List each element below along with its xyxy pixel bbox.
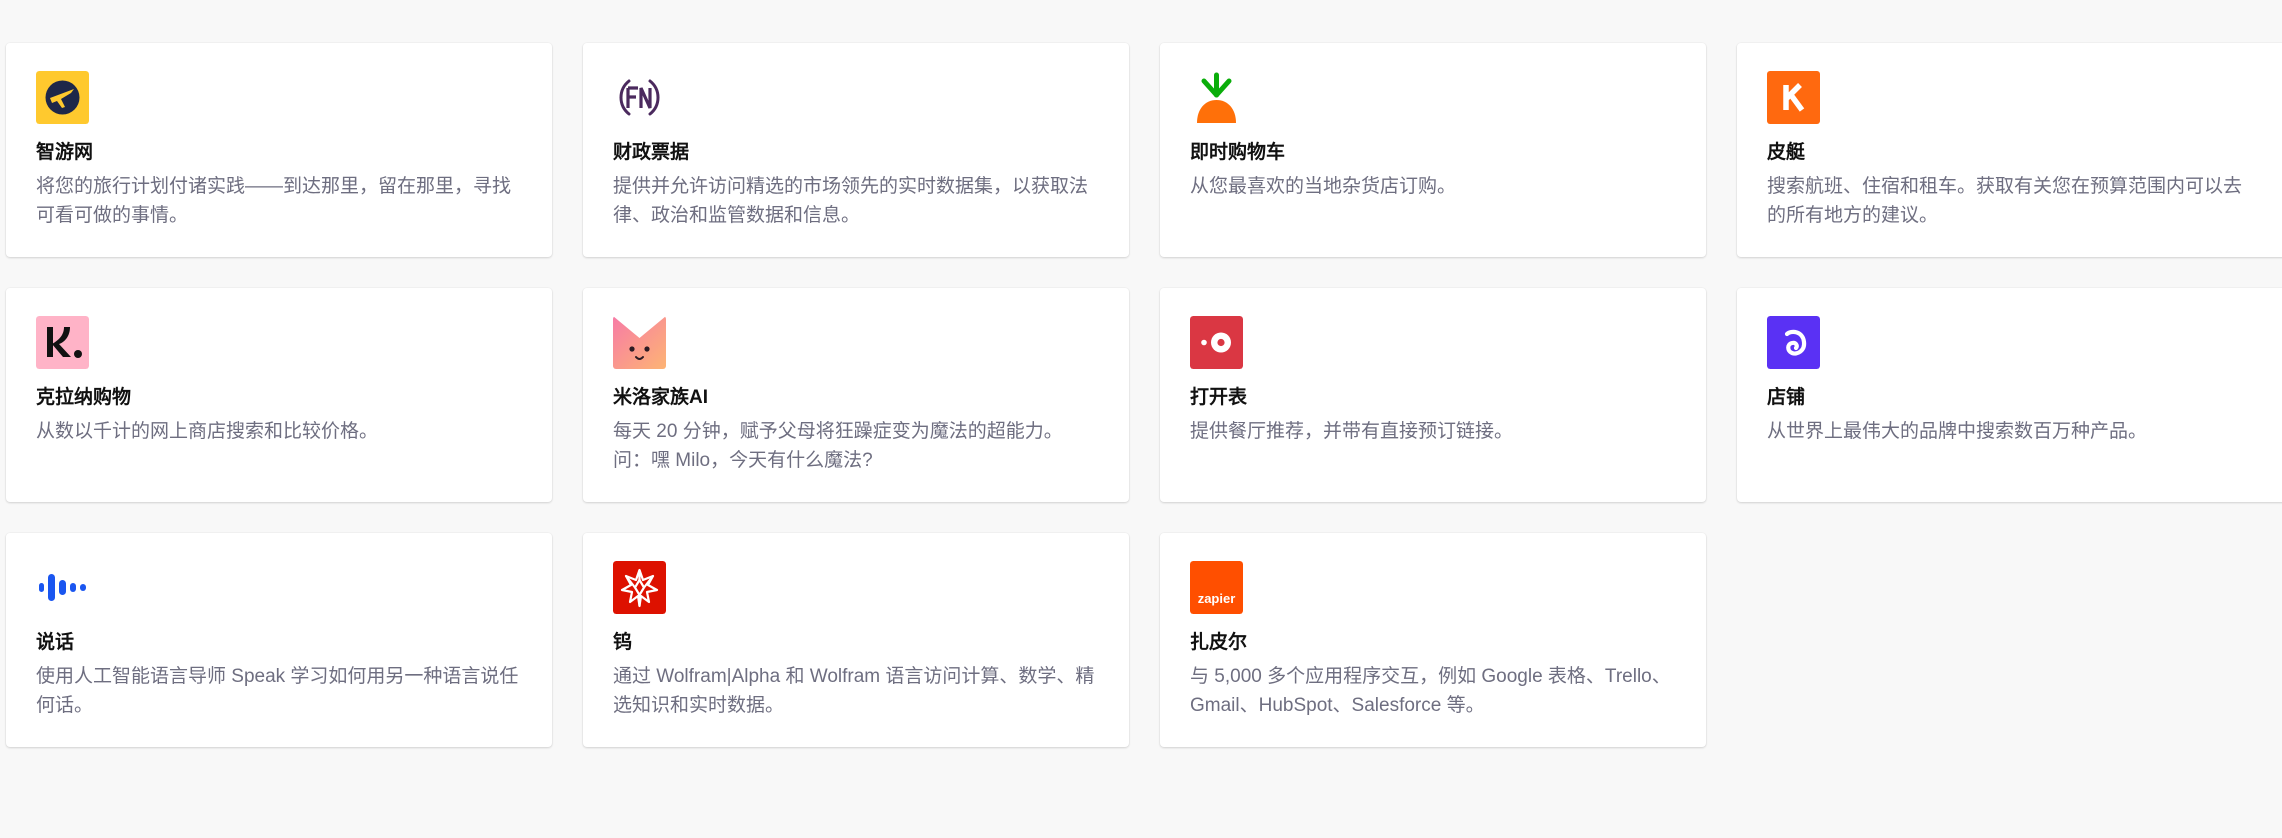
plugin-card-speak[interactable]: 说话 使用人工智能语言导师 Speak 学习如何用另一种语言说任何话。: [6, 533, 552, 747]
plugin-title: 克拉纳购物: [36, 387, 132, 408]
plugin-description: 搜索航班、住宿和租车。获取有关您在预算范围内可以去的所有地方的建议。: [1767, 176, 2243, 226]
plugin-description: 将您的旅行计划付诸实践——到达那里，留在那里，寻找可看可做的事情。: [36, 176, 512, 226]
plugin-title: 即时购物车: [1190, 142, 1286, 163]
plugin-title: 财政票据: [613, 142, 690, 163]
plugin-description: 从数以千计的网上商店搜索和比较价格。: [36, 421, 379, 442]
plugin-title: 智游网: [36, 142, 94, 163]
cat-face-icon: [613, 316, 666, 369]
klarna-k-icon: [36, 316, 89, 369]
zapier-logo-text: zapier: [1198, 591, 1236, 606]
plugin-description: 通过 Wolfram|Alpha 和 Wolfram 语言访问计算、数学、精选知…: [613, 666, 1095, 716]
wolfram-star-icon: [613, 561, 666, 614]
plugin-card-fiscalnote[interactable]: 财政票据 提供并允许访问精选的市场领先的实时数据集，以获取法律、政治和监管数据和…: [583, 43, 1129, 257]
plugin-description: 从您最喜欢的当地杂货店订购。: [1190, 176, 1457, 197]
plugin-card-expedia[interactable]: 智游网 将您的旅行计划付诸实践——到达那里，留在那里，寻找可看可做的事情。: [6, 43, 552, 257]
plugin-description: 与 5,000 多个应用程序交互，例如 Google 表格、Trello、Gma…: [1190, 666, 1671, 716]
airplane-icon: [36, 71, 89, 124]
plugin-card-milo[interactable]: 米洛家族AI 每天 20 分钟，赋予父母将狂躁症变为魔法的超能力。问：嘿 Mil…: [583, 288, 1129, 502]
plugin-title: 米洛家族AI: [613, 387, 709, 408]
plugin-card-kayak[interactable]: 皮艇 搜索航班、住宿和租车。获取有关您在预算范围内可以去的所有地方的建议。: [1737, 43, 2282, 257]
plugin-title: 店铺: [1767, 387, 1806, 408]
plugin-title: 扎皮尔: [1190, 632, 1248, 653]
plugin-description: 使用人工智能语言导师 Speak 学习如何用另一种语言说任何话。: [36, 666, 519, 716]
fn-logo-icon: [613, 71, 666, 124]
carrot-icon: [1190, 71, 1243, 124]
plugin-description: 提供并允许访问精选的市场领先的实时数据集，以获取法律、政治和监管数据和信息。: [613, 176, 1089, 226]
plugin-card-wolfram[interactable]: 钨 通过 Wolfram|Alpha 和 Wolfram 语言访问计算、数学、精…: [583, 533, 1129, 747]
plugin-card-opentable[interactable]: 打开表 提供餐厅推荐，并带有直接预订链接。: [1160, 288, 1706, 502]
plugin-description: 每天 20 分钟，赋予父母将狂躁症变为魔法的超能力。问：嘿 Milo，今天有什么…: [613, 421, 1063, 471]
plugin-card-zapier[interactable]: zapier 扎皮尔 与 5,000 多个应用程序交互，例如 Google 表格…: [1160, 533, 1706, 747]
plugin-title: 说话: [36, 632, 75, 653]
audio-wave-icon: [36, 561, 89, 614]
plugin-title: 钨: [613, 632, 633, 653]
plugin-description: 从世界上最伟大的品牌中搜索数百万种产品。: [1767, 421, 2148, 442]
plugin-title: 打开表: [1190, 387, 1248, 408]
plugin-description: 提供餐厅推荐，并带有直接预订链接。: [1190, 421, 1514, 442]
plugin-card-shop[interactable]: 店铺 从世界上最伟大的品牌中搜索数百万种产品。: [1737, 288, 2282, 502]
kayak-k-icon: [1767, 71, 1820, 124]
shop-swirl-icon: [1767, 316, 1820, 369]
plugin-card-instacart[interactable]: 即时购物车 从您最喜欢的当地杂货店订购。: [1160, 43, 1706, 257]
plugin-card-klarna[interactable]: 克拉纳购物 从数以千计的网上商店搜索和比较价格。: [6, 288, 552, 502]
zapier-logo-icon: zapier: [1190, 561, 1243, 614]
plugin-title: 皮艇: [1767, 142, 1806, 163]
plugin-grid: 智游网 将您的旅行计划付诸实践——到达那里，留在那里，寻找可看可做的事情。 财政…: [0, 0, 2282, 838]
opentable-dot-icon: [1190, 316, 1243, 369]
